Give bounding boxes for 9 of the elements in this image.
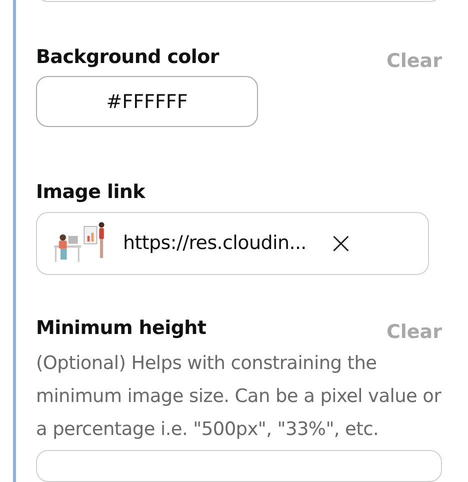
field-label: Background color (36, 46, 219, 68)
close-button[interactable]: × (324, 226, 358, 261)
color-input[interactable]: #FFFFFF (36, 76, 258, 127)
link-input[interactable]: https://res.cloudin... × (36, 212, 429, 275)
link-text: https://res.cloudin... (123, 232, 306, 254)
field-label: Image link (36, 180, 145, 203)
field-label: Minimum height (36, 316, 206, 339)
input-field[interactable] (36, 450, 442, 482)
field-description: (Optional) Helps with constraining the minimum image size. Can be a pixel value or a percentage i.e. "500px", "33%", etc. (36, 352, 442, 442)
